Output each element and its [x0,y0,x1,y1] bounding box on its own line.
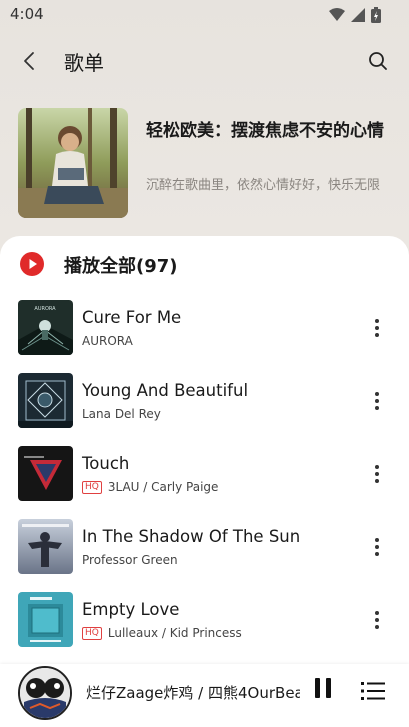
song-row[interactable]: Touch HQ 3LAU / Carly Paige [0,437,409,510]
more-dot [375,465,379,469]
song-title: Young And Beautiful [82,381,249,400]
playlist-queue-icon[interactable] [361,680,385,702]
more-dot [375,326,379,330]
more-dot [375,545,379,549]
more-dot [375,406,379,410]
song-cover [18,373,73,428]
now-playing-title[interactable]: 烂仔Zaage炸鸡 / 四熊4OurBea [86,682,300,703]
status-bar: 4:04 [0,0,409,30]
play-all-label: 播放全部(97) [64,256,178,277]
song-subtitle: HQ Lulleaux / Kid Princess [82,626,242,640]
song-artist: Lulleaux / Kid Princess [107,626,242,640]
more-dot [375,333,379,337]
more-dot [375,552,379,556]
more-dot [375,625,379,629]
song-subtitle: AURORA [82,334,133,348]
more-dot [375,538,379,542]
more-options-button[interactable] [369,459,385,489]
song-row[interactable]: Young And Beautiful Lana Del Rey [0,364,409,437]
more-dot [375,618,379,622]
more-options-button[interactable] [369,532,385,562]
playlist-title: 轻松欧美：摆渡焦虑不安的心情 [146,121,384,141]
song-row[interactable]: AURORA Cure For Me AURORA [0,291,409,364]
song-title: Empty Love [82,600,180,619]
song-artist: Professor Green [82,553,178,567]
more-dot [375,392,379,396]
playlist-cover[interactable] [18,108,128,218]
more-dot [375,399,379,403]
song-subtitle: HQ 3LAU / Carly Paige [82,480,218,494]
song-row[interactable]: Empty Love HQ Lulleaux / Kid Princess [0,583,409,656]
song-sheet: 播放全部(97) AURORA Cure For Me AURORA Young… [0,236,409,727]
playlist-cover-art [18,108,128,218]
song-subtitle: Professor Green [82,553,178,567]
song-title: Cure For Me [82,308,182,327]
play-circle-icon [20,252,44,276]
more-dot [375,611,379,615]
song-artist: AURORA [82,334,133,348]
search-button[interactable] [363,46,393,76]
song-cover: AURORA [18,300,73,355]
pause-button[interactable] [312,678,334,704]
song-subtitle: Lana Del Rey [82,407,161,421]
song-cover [18,519,73,574]
status-icons [329,7,381,23]
more-options-button[interactable] [369,386,385,416]
svg-text:AURORA: AURORA [34,306,56,312]
signal-icon [351,8,365,22]
song-artist: Lana Del Rey [82,407,161,421]
playlist-description: 沉醉在歌曲里，依然心情好好，快乐无限 [146,178,381,193]
song-list: AURORA Cure For Me AURORA Young And Beau… [0,291,409,656]
song-cover [18,592,73,647]
song-row[interactable]: In The Shadow Of The Sun Professor Green [0,510,409,583]
more-dot [375,472,379,476]
more-dot [375,319,379,323]
battery-icon [371,7,381,23]
now-playing-cover[interactable] [18,666,72,720]
more-options-button[interactable] [369,313,385,343]
pause-icon [326,678,331,698]
hq-badge: HQ [82,626,102,640]
pause-icon [315,678,320,698]
song-cover [18,446,73,501]
status-time: 4:04 [10,5,44,23]
search-icon [369,52,387,70]
hq-badge: HQ [82,480,102,494]
play-all-button[interactable]: 播放全部(97) [0,236,409,292]
song-title: In The Shadow Of The Sun [82,527,301,546]
more-options-button[interactable] [369,605,385,635]
header: 歌单 [0,38,409,82]
chevron-left-icon [24,52,34,70]
page-title: 歌单 [64,51,104,75]
more-dot [375,479,379,483]
back-button[interactable] [14,46,44,76]
song-title: Touch [82,454,130,473]
song-artist: 3LAU / Carly Paige [107,480,219,494]
wifi-icon [329,8,345,21]
mini-player[interactable]: 烂仔Zaage炸鸡 / 四熊4OurBea [0,664,409,727]
